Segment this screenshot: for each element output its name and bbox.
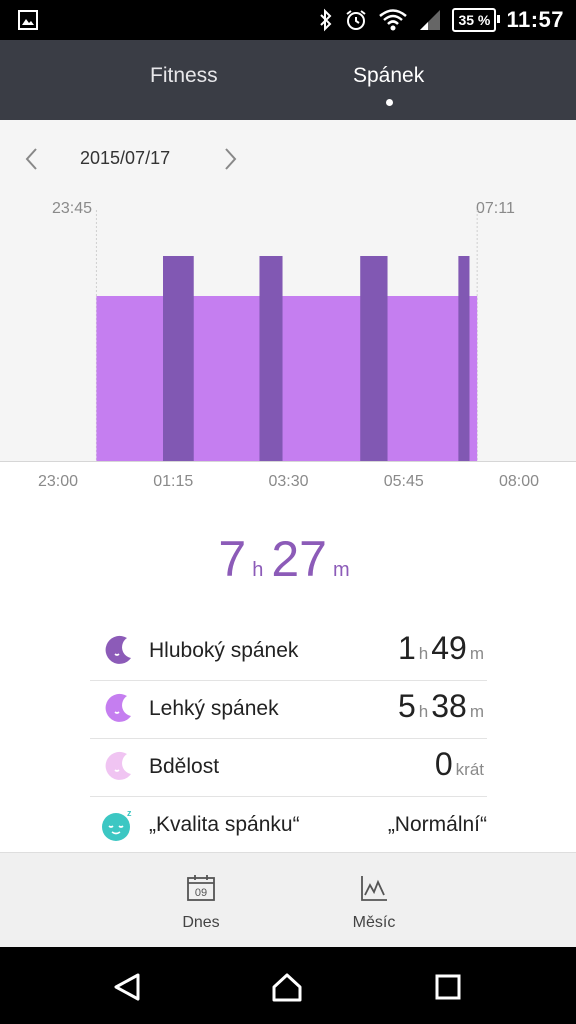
stat-label: Bdělost	[149, 755, 220, 778]
stat-value: 1 h49 m	[398, 630, 487, 667]
status-bar: 35 % 11:57	[0, 0, 576, 40]
stat-sleep-quality: z „Kvalita spánku“ „Normální“	[90, 796, 487, 854]
stat-count-unit: krát	[455, 760, 484, 779]
stat-hours: 5	[397, 688, 416, 724]
deep-sleep-bar	[259, 256, 283, 461]
light-sleep-area	[96, 296, 478, 461]
tab-fitness[interactable]: Fitness	[150, 64, 218, 88]
stat-minutes: 49	[431, 630, 467, 666]
stat-value: „Normální“	[387, 813, 487, 836]
stat-hours-unit: h	[418, 702, 429, 721]
total-hours: 7	[218, 531, 247, 587]
active-tab-indicator	[386, 99, 393, 106]
deep-sleep-bar	[360, 256, 388, 461]
x-axis-line	[0, 461, 576, 462]
stat-light-sleep: Lehký spánek 5 h38 m	[90, 680, 487, 739]
calendar-icon: 09	[187, 875, 215, 901]
deep-sleep-bar	[458, 256, 470, 461]
x-tick-label: 23:00	[37, 473, 79, 490]
stat-minutes-unit: m	[469, 702, 484, 721]
alarm-icon	[346, 10, 367, 30]
stat-minutes-unit: m	[469, 644, 484, 663]
system-nav-bar	[0, 947, 576, 1024]
stat-label: Lehký spánek	[149, 697, 279, 720]
stat-minutes: 38	[431, 688, 467, 724]
sleep-chart	[95, 210, 478, 461]
wifi-icon	[379, 9, 408, 31]
next-day-chevron-icon[interactable]	[220, 146, 240, 172]
deep-sleep-bar	[163, 256, 194, 461]
calendar-day: 09	[195, 887, 207, 899]
bluetooth-icon	[320, 8, 332, 32]
x-tick-label: 01:15	[153, 473, 194, 490]
svg-text:z: z	[127, 808, 132, 818]
awake-moon-icon	[105, 751, 131, 780]
nav-month[interactable]: Měsíc	[334, 873, 414, 932]
back-icon[interactable]	[112, 971, 144, 1003]
battery-indicator: 35 %	[452, 8, 501, 32]
stat-value: 5 h38 m	[398, 688, 487, 725]
light-sleep-moon-icon	[105, 693, 131, 722]
stat-hours: 1	[397, 630, 416, 666]
stat-label: „Kvalita spánku“	[149, 813, 300, 836]
cell-signal-icon	[420, 10, 441, 30]
deep-sleep-moon-icon	[105, 635, 131, 664]
nav-today[interactable]: 09 Dnes	[161, 873, 241, 932]
clock: 11:57	[506, 7, 564, 32]
total-minutes: 27	[271, 531, 327, 587]
stat-deep-sleep: Hluboký spánek 1 h49 m	[90, 622, 487, 681]
recent-apps-icon[interactable]	[432, 971, 464, 1003]
stat-hours-unit: h	[418, 644, 429, 663]
previous-day-chevron-icon[interactable]	[22, 146, 42, 172]
stat-count: 0	[434, 746, 453, 782]
gallery-notification-icon	[18, 10, 38, 30]
sleep-quality-face-icon: z	[102, 808, 132, 841]
x-tick-label: 05:45	[383, 473, 424, 490]
nav-month-label: Měsíc	[352, 914, 396, 931]
x-tick-label: 03:30	[268, 473, 309, 490]
total-minutes-unit: m	[332, 559, 350, 581]
battery-percent: 35 %	[458, 12, 491, 28]
stat-value: 0 krát	[435, 746, 487, 783]
total-sleep-duration: 7 h 27 m	[0, 530, 576, 588]
x-tick-label: 08:00	[498, 473, 540, 490]
tab-sleep[interactable]: Spánek	[353, 64, 424, 88]
stat-awake: Bdělost 0 krát	[90, 738, 487, 797]
total-hours-unit: h	[252, 559, 264, 581]
stat-label: Hluboký spánek	[149, 639, 299, 662]
nav-today-label: Dnes	[182, 914, 220, 931]
top-tab-bar: Fitness Spánek	[0, 40, 576, 120]
bottom-nav: 09 Dnes Měsíc	[0, 852, 576, 948]
home-icon[interactable]	[271, 971, 303, 1003]
date-label: 2015/07/17	[80, 148, 171, 168]
line-chart-icon	[361, 876, 387, 901]
